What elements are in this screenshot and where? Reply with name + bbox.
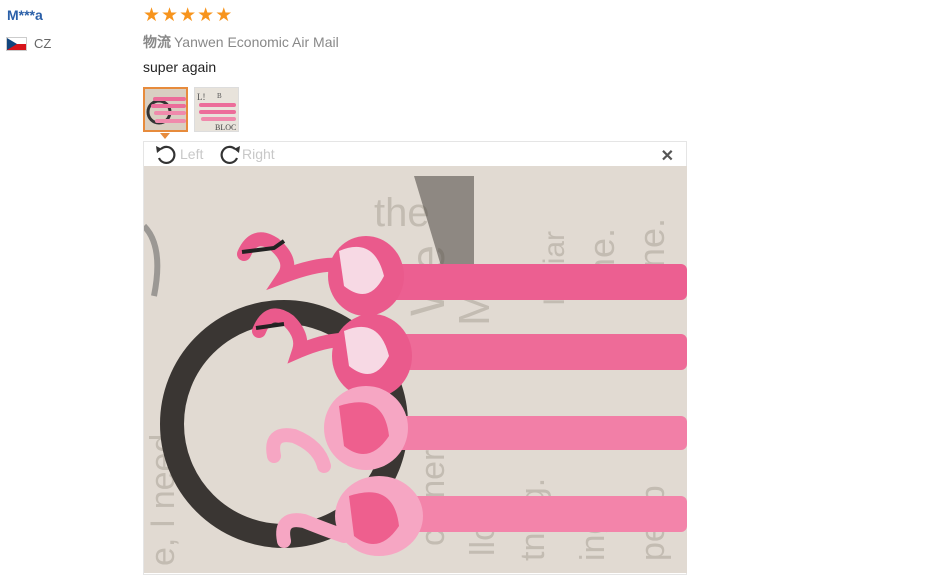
shipping-info: 物流 Yanwen Economic Air Mail bbox=[143, 32, 339, 52]
review-photo: the We Ma Indiar fine. fine. e, I need c… bbox=[144, 166, 687, 573]
svg-text:B: B bbox=[217, 92, 222, 100]
star-icon: ★ bbox=[179, 5, 197, 26]
star-icon: ★ bbox=[215, 5, 233, 26]
image-viewer: Left Right ✕ the We Ma Indiar fine. fine… bbox=[143, 141, 687, 575]
rotate-right-icon bbox=[220, 145, 240, 165]
review-thumbnails: L! B BLOC bbox=[143, 87, 239, 132]
rotate-left-label: Left bbox=[180, 146, 204, 162]
rotate-right-label: Right bbox=[242, 146, 275, 162]
star-rating: ★ ★ ★ ★ ★ bbox=[143, 6, 232, 25]
star-icon: ★ bbox=[143, 5, 161, 26]
selected-thumbnail-caret bbox=[160, 133, 170, 139]
rotate-right-button[interactable]: Right bbox=[216, 143, 275, 165]
review-thumbnail-2[interactable]: L! B BLOC bbox=[194, 87, 239, 132]
review-text: super again bbox=[143, 59, 217, 75]
star-icon: ★ bbox=[161, 5, 179, 26]
svg-text:BLOC: BLOC bbox=[215, 123, 236, 131]
rotate-left-button[interactable]: Left bbox=[154, 143, 203, 165]
close-icon[interactable]: ✕ bbox=[661, 146, 674, 166]
shipping-label: 物流 bbox=[143, 34, 171, 50]
rotate-left-icon bbox=[156, 145, 176, 165]
viewer-toolbar: Left Right ✕ bbox=[144, 142, 686, 166]
svg-text:L!: L! bbox=[197, 92, 206, 102]
reviewer-country: CZ bbox=[6, 36, 51, 51]
shipping-method: Yanwen Economic Air Mail bbox=[174, 34, 339, 50]
country-code: CZ bbox=[34, 36, 52, 51]
review-thumbnail-1[interactable] bbox=[143, 87, 188, 132]
reviewer-name: M***a bbox=[7, 7, 43, 23]
star-icon: ★ bbox=[197, 5, 215, 26]
czech-flag-icon bbox=[6, 36, 27, 51]
